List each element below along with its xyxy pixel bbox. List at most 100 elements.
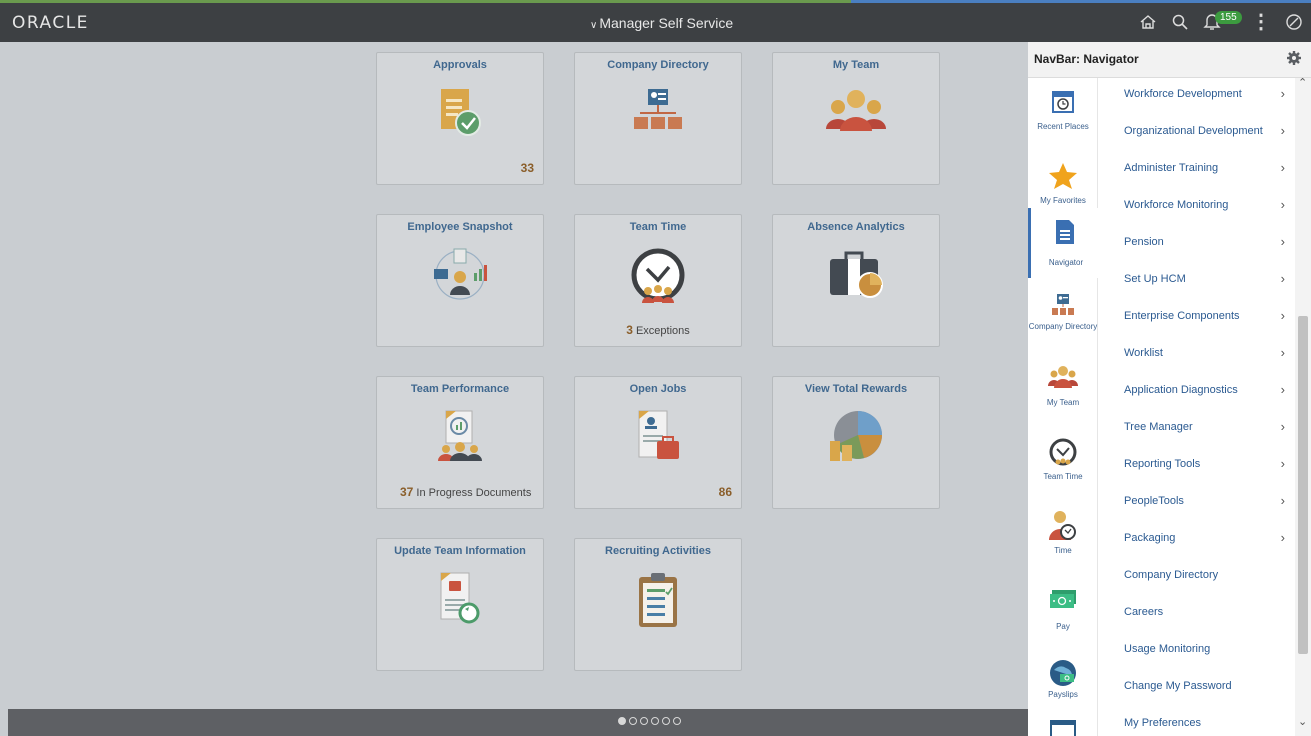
nav-menu-item[interactable]: PeopleTools ›	[1099, 491, 1295, 528]
navbar-team-time[interactable]: Team Time	[1028, 432, 1098, 502]
nav-menu-item-label: Application Diagnostics	[1124, 384, 1238, 396]
navbar-time[interactable]: Time	[1028, 506, 1098, 576]
tile-title: Employee Snapshot	[407, 221, 513, 233]
nav-menu-item-label: Packaging	[1124, 532, 1176, 544]
my-team-icon	[1048, 364, 1078, 393]
tile-team-performance[interactable]: Team Performance 37 In Progress Document…	[376, 376, 544, 509]
star-icon	[1048, 162, 1078, 195]
tile-approvals[interactable]: Approvals 33	[376, 52, 544, 185]
home-icon[interactable]	[1139, 13, 1157, 31]
navbar-more-tile[interactable]	[1028, 718, 1098, 736]
tile-employee-snapshot[interactable]: Employee Snapshot	[376, 214, 544, 347]
navbar-scrollbar-thumb[interactable]	[1298, 316, 1308, 654]
payslips-icon	[1048, 658, 1078, 693]
nav-menu-item-label: My Preferences	[1124, 717, 1202, 729]
nav-menu-item[interactable]: Workforce Monitoring ›	[1099, 195, 1295, 232]
nav-menu-item[interactable]: Tree Manager ›	[1099, 417, 1295, 454]
navbar-header: NavBar: Navigator	[1028, 42, 1311, 78]
tile-title: My Team	[832, 59, 880, 71]
navbar-payslips[interactable]: Payslips	[1028, 654, 1098, 724]
navbar-tile-label: Navigator	[1048, 258, 1084, 267]
tile-title: Company Directory	[607, 59, 709, 71]
navbar-company-directory[interactable]: Company Directory	[1028, 288, 1098, 358]
nav-menu-item-label: Reporting Tools	[1124, 458, 1201, 470]
nav-menu-item[interactable]: Worklist ›	[1099, 343, 1295, 380]
clipboard-checklist-icon	[635, 571, 681, 634]
page-dot[interactable]	[662, 717, 670, 725]
nav-menu-item-label: Workforce Monitoring	[1124, 199, 1229, 211]
tile-count: 86	[718, 485, 732, 499]
tile-company-directory[interactable]: Company Directory	[574, 52, 742, 185]
navbar-compass-icon[interactable]	[1285, 13, 1303, 31]
nav-menu-item-label: Careers	[1124, 606, 1164, 618]
navbar-my-team[interactable]: My Team	[1028, 358, 1098, 428]
nav-menu-item[interactable]: Packaging ›	[1099, 528, 1295, 565]
tile-absence-analytics[interactable]: Absence Analytics	[772, 214, 940, 347]
company-directory-icon	[1050, 292, 1076, 323]
nav-menu-item[interactable]: Company Directory	[1099, 565, 1295, 602]
approvals-icon	[435, 85, 485, 146]
tile-open-jobs[interactable]: Open Jobs 86	[574, 376, 742, 509]
tile-view-total-rewards[interactable]: View Total Rewards	[772, 376, 940, 509]
chevron-right-icon: ›	[1280, 345, 1285, 360]
recent-places-icon	[1051, 88, 1075, 119]
tile-title: Team Performance	[410, 383, 510, 395]
page-dot[interactable]	[651, 717, 659, 725]
time-icon	[1049, 510, 1077, 549]
nav-menu-item-label: Enterprise Components	[1124, 310, 1240, 322]
chevron-right-icon: ›	[1280, 86, 1285, 101]
nav-menu-item-label: Workforce Development	[1124, 88, 1242, 100]
gear-icon[interactable]	[1287, 51, 1301, 70]
oracle-logo: ORACLE	[12, 13, 89, 33]
navbar-recent-places[interactable]: Recent Places	[1028, 78, 1098, 148]
navbar-navigator[interactable]: Navigator	[1028, 208, 1098, 278]
page-footer-bar	[8, 709, 1028, 736]
navbar-tile-label: Time	[1054, 546, 1072, 555]
nav-menu-item[interactable]: Set Up HCM ›	[1099, 269, 1295, 306]
navigator-menu-list: Workforce Development › Organizational De…	[1099, 78, 1295, 736]
nav-menu-item[interactable]: Change My Password	[1099, 676, 1295, 713]
team-performance-icon	[432, 409, 488, 470]
company-directory-icon	[630, 85, 686, 144]
tile-title: Recruiting Activities	[605, 545, 711, 557]
navbar-pay[interactable]: Pay	[1028, 582, 1098, 652]
nav-menu-item[interactable]: My Preferences	[1099, 713, 1295, 736]
page-dot[interactable]	[629, 717, 637, 725]
nav-menu-item[interactable]: Enterprise Components ›	[1099, 306, 1295, 343]
tile-update-team-information[interactable]: Update Team Information	[376, 538, 544, 671]
tile-team-time[interactable]: Team Time 3 Exceptions	[574, 214, 742, 347]
page-dot[interactable]	[640, 717, 648, 725]
notifications-button[interactable]: 155	[1203, 11, 1242, 33]
homepage-title: Manager Self Service	[599, 15, 734, 31]
nav-menu-item[interactable]: Application Diagnostics ›	[1099, 380, 1295, 417]
page-dot[interactable]	[673, 717, 681, 725]
homepage-selector[interactable]: ∨ Manager Self Service	[590, 15, 733, 31]
tile-recruiting-activities[interactable]: Recruiting Activities	[574, 538, 742, 671]
actions-menu-icon[interactable]: ⋮	[1251, 12, 1271, 32]
tile-count: 33	[520, 161, 534, 175]
navbar-tile-label: Payslips	[1048, 690, 1078, 699]
banner-accent	[851, 0, 1311, 3]
search-icon[interactable]	[1171, 13, 1189, 31]
chevron-right-icon: ›	[1280, 271, 1285, 286]
navbar-tile-label: My Favorites	[1040, 196, 1086, 205]
nav-menu-item[interactable]: Pension ›	[1099, 232, 1295, 269]
exceptions-count: 3	[626, 323, 633, 337]
tile-my-team[interactable]: My Team	[772, 52, 940, 185]
nav-menu-item[interactable]: Reporting Tools ›	[1099, 454, 1295, 491]
chevron-right-icon: ›	[1280, 160, 1285, 175]
scroll-down-icon[interactable]: ⌄	[1298, 715, 1307, 728]
chevron-down-icon: ∨	[590, 20, 598, 31]
tile-title: Open Jobs	[629, 383, 687, 395]
page-indicator[interactable]	[618, 717, 681, 725]
nav-menu-item[interactable]: Careers	[1099, 602, 1295, 639]
nav-menu-item[interactable]: Organizational Development ›	[1099, 121, 1295, 158]
chevron-right-icon: ›	[1280, 197, 1285, 212]
nav-menu-item[interactable]: Administer Training ›	[1099, 158, 1295, 195]
chevron-right-icon: ›	[1280, 456, 1285, 471]
page-dot[interactable]	[618, 717, 626, 725]
scroll-up-icon[interactable]: ⌃	[1298, 76, 1307, 89]
nav-menu-item[interactable]: Usage Monitoring	[1099, 639, 1295, 676]
documents-label: In Progress Documents	[413, 487, 532, 499]
nav-menu-item[interactable]: Workforce Development ›	[1099, 84, 1295, 121]
